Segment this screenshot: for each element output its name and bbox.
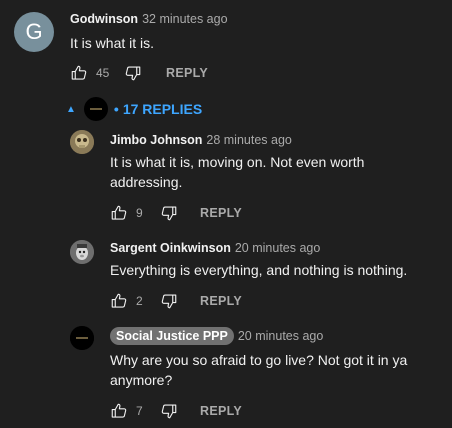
reply-actions: 7 REPLY (110, 401, 242, 421)
thumbs-down-icon[interactable] (160, 402, 178, 420)
thumbs-up-icon[interactable] (110, 292, 128, 310)
reply-text: Why are you so afraid to go live? Not go… (110, 350, 407, 390)
like-count: 2 (136, 294, 143, 308)
comment-text: It is what it is. (70, 35, 155, 51)
reply-button[interactable]: REPLY (200, 206, 242, 220)
reply-text-line: Why are you so afraid to go live? Not go… (110, 352, 408, 368)
reply-timestamp[interactable]: 28 minutes ago (206, 133, 291, 147)
thumbs-down-icon[interactable] (160, 204, 178, 222)
reply-text-line: addressing. (110, 174, 183, 190)
reply-author-line: Jimbo Johnson 28 minutes ago (110, 133, 292, 147)
pig-mask-avatar-icon (70, 240, 94, 264)
thumbs-down-icon[interactable] (160, 292, 178, 310)
skull-avatar-icon (70, 130, 94, 154)
thumbs-down-icon[interactable] (124, 64, 142, 82)
reply-text-line: It is what it is, moving on. Not even wo… (110, 154, 365, 170)
reply-author[interactable]: Jimbo Johnson (110, 133, 202, 147)
replies-count-label: 17 REPLIES (122, 101, 203, 117)
reply-text-line: Everything is everything, and nothing is… (110, 262, 408, 278)
creator-mini-avatar (83, 97, 108, 121)
thumbs-up-icon[interactable] (110, 402, 128, 420)
reply-avatar[interactable] (70, 326, 94, 350)
reply-author-line: Social Justice PPP 20 minutes ago (110, 327, 323, 345)
replies-toggle[interactable]: ▲ • 17 REPLIES (66, 96, 202, 122)
channel-avatar-icon (70, 326, 94, 350)
comment-author-line: Godwinson 32 minutes ago (70, 12, 228, 26)
thumbs-up-icon[interactable] (110, 204, 128, 222)
reply-timestamp[interactable]: 20 minutes ago (238, 329, 323, 343)
reply-actions: 2 REPLY (110, 291, 242, 311)
reply-avatar[interactable] (70, 240, 94, 264)
comment-timestamp[interactable]: 32 minutes ago (142, 12, 227, 26)
commenter-avatar[interactable]: G (14, 12, 54, 52)
caret-up-icon: ▲ (66, 103, 76, 115)
reply-button[interactable]: REPLY (200, 404, 242, 418)
reply-avatar[interactable] (70, 130, 94, 154)
comment-actions: 45 REPLY (70, 63, 208, 83)
reply-text: It is what it is, moving on. Not even wo… (110, 152, 364, 192)
reply-button[interactable]: REPLY (166, 66, 208, 80)
separator-dot: • (113, 101, 119, 117)
reply-text-line: anymore? (110, 372, 173, 388)
comments-section: G Godwinson 32 minutes ago It is what it … (0, 0, 452, 428)
like-count: 45 (96, 66, 110, 80)
channel-owner-badge[interactable]: Social Justice PPP (110, 327, 234, 345)
avatar-letter: G (25, 19, 43, 44)
comment-author[interactable]: Godwinson (70, 12, 138, 26)
thumbs-up-icon[interactable] (70, 64, 88, 82)
like-count: 7 (136, 404, 143, 418)
reply-text: Everything is everything, and nothing is… (110, 260, 407, 280)
reply-timestamp[interactable]: 20 minutes ago (235, 241, 320, 255)
reply-author-line: Sargent Oinkwinson 20 minutes ago (110, 241, 320, 255)
like-count: 9 (136, 206, 143, 220)
reply-author[interactable]: Sargent Oinkwinson (110, 241, 231, 255)
reply-actions: 9 REPLY (110, 203, 242, 223)
reply-button[interactable]: REPLY (200, 294, 242, 308)
